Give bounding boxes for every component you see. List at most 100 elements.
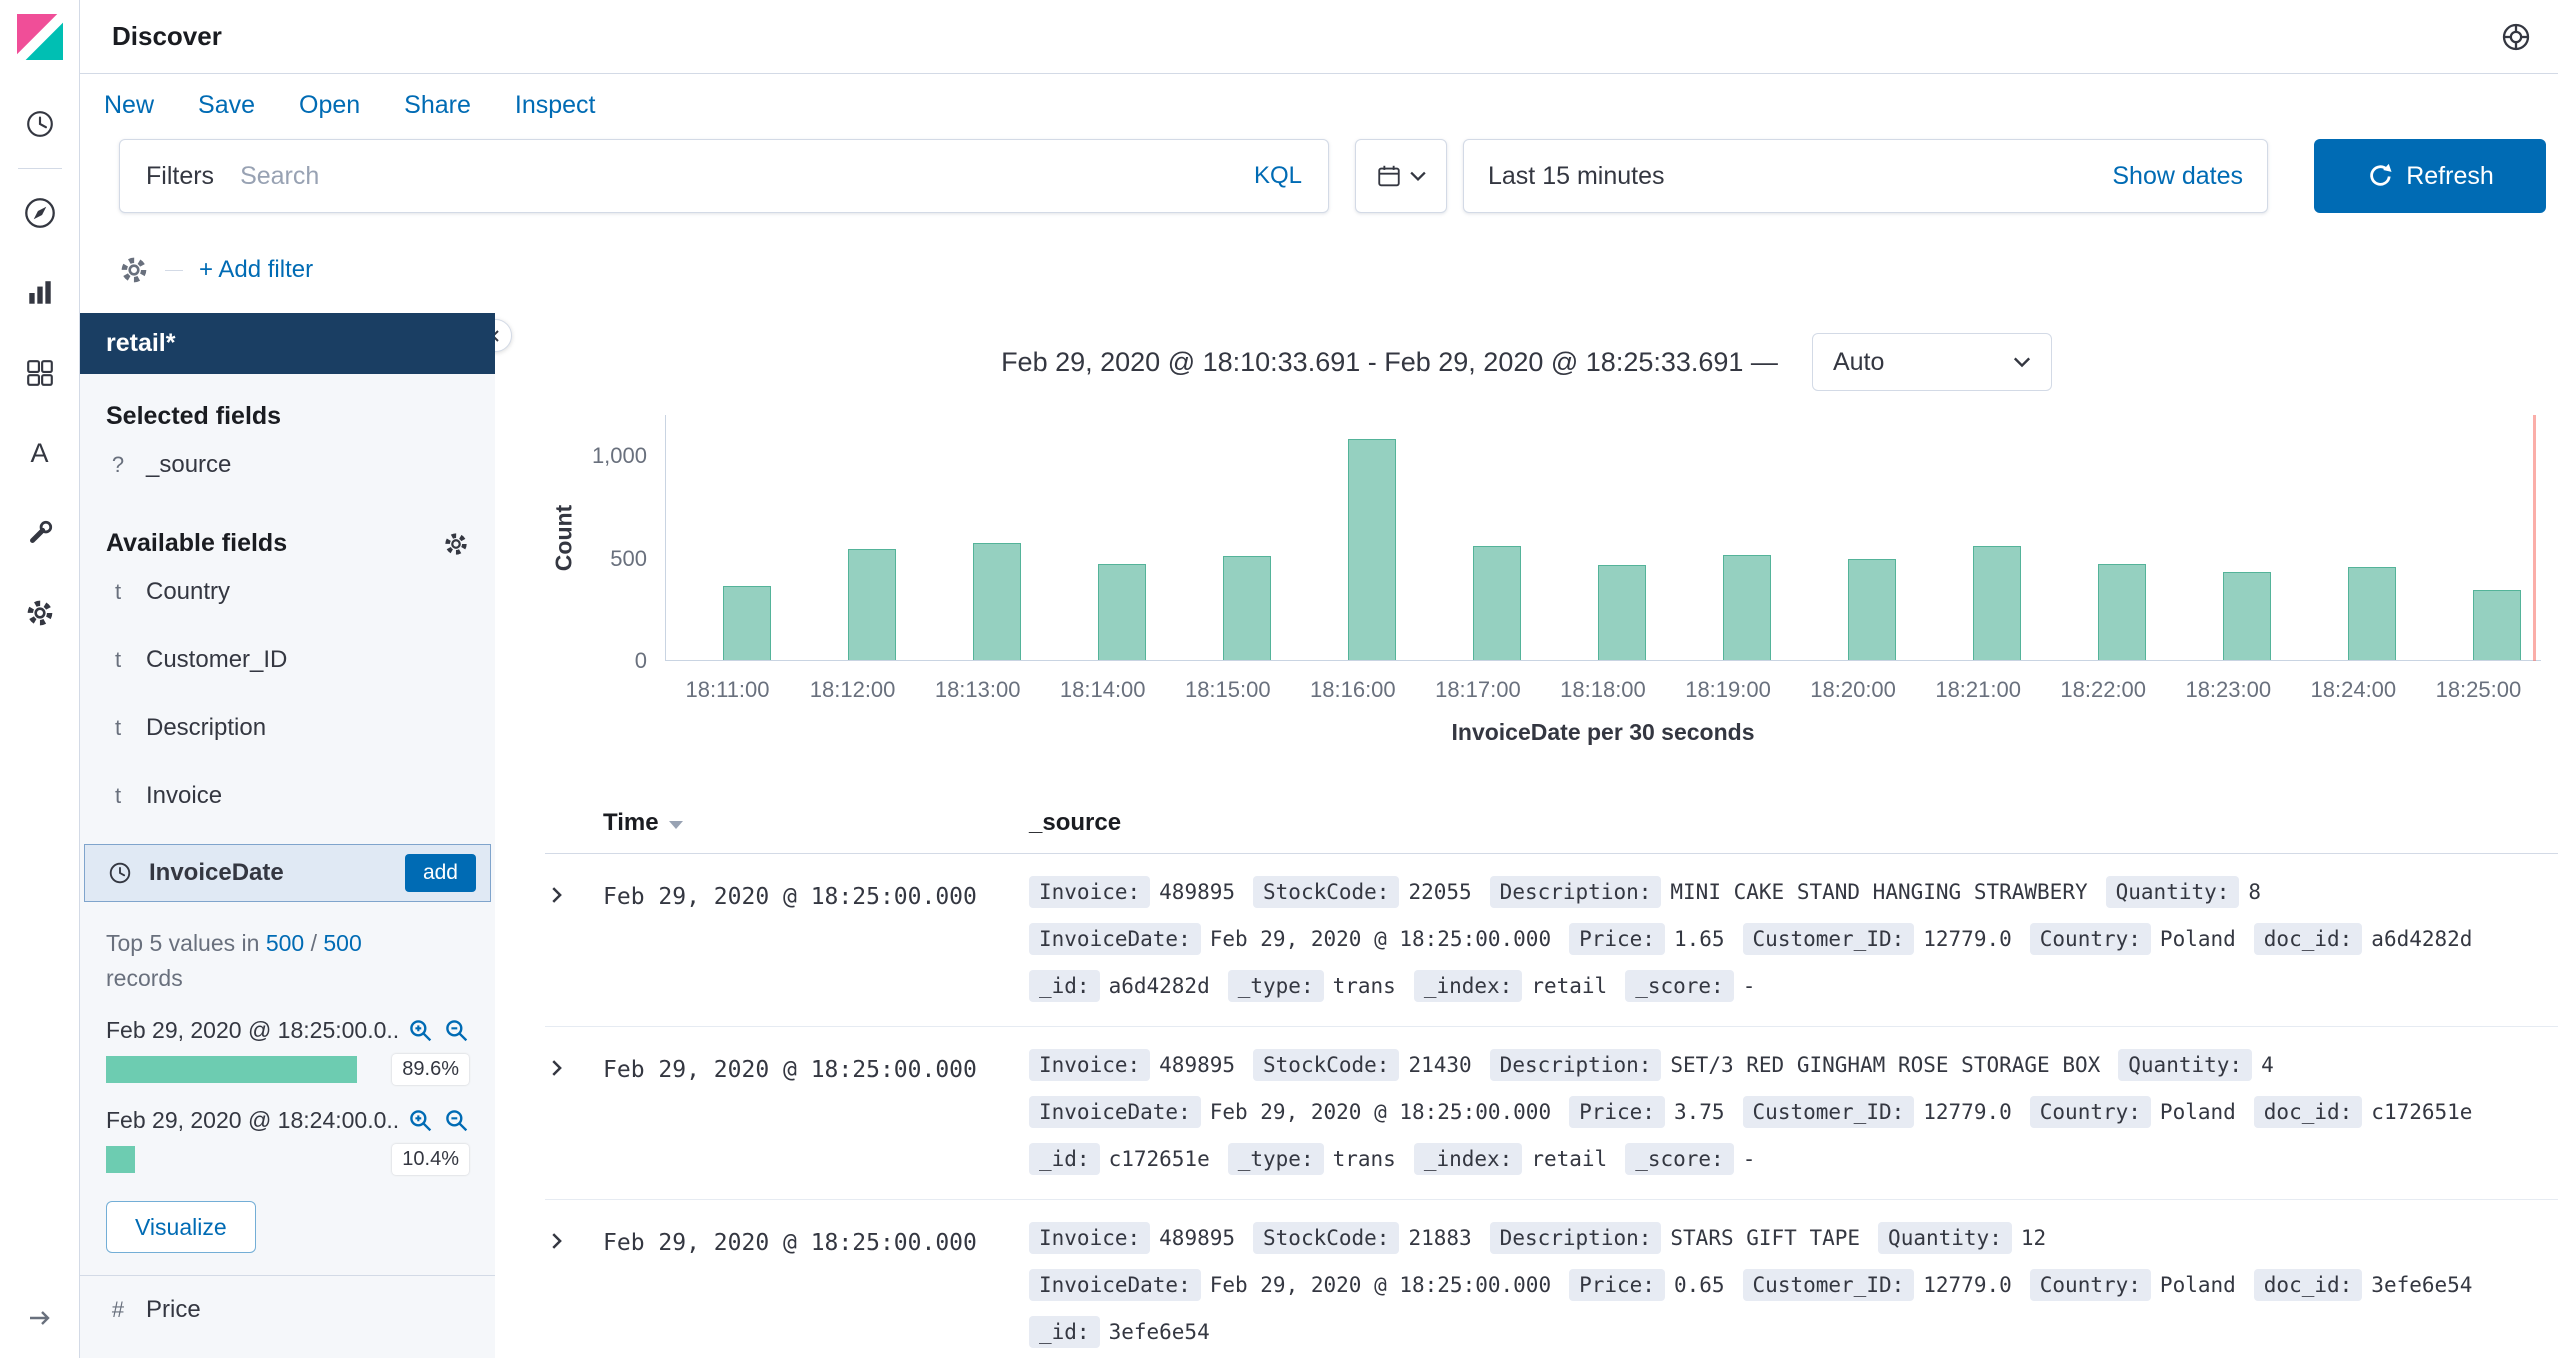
time-range-value[interactable]: Last 15 minutes: [1488, 162, 1665, 191]
field-key-badge: _id:: [1029, 1316, 1100, 1348]
field-key-badge: StockCode:: [1253, 1222, 1400, 1254]
field-item-description[interactable]: t Description: [106, 694, 469, 762]
filter-divider: [165, 269, 183, 271]
row-source: Invoice: 489895 StockCode: 22055 Description…: [1029, 876, 2558, 1002]
field-value: 489895: [1159, 1053, 1236, 1077]
field-value: 3efe6e54: [1108, 1320, 1210, 1344]
date-picker-button[interactable]: [1355, 139, 1447, 213]
field-value: 21883: [1408, 1226, 1472, 1250]
field-item-customer_id[interactable]: t Customer_ID: [106, 626, 469, 694]
percentage-badge: 10.4%: [392, 1144, 469, 1175]
search-input[interactable]: [240, 161, 1228, 191]
y-tick-label: 0: [634, 648, 647, 673]
field-value: 3.75: [1673, 1100, 1725, 1124]
field-pair: Quantity: 4: [2118, 1049, 2274, 1081]
field-pair: _id: a6d4282d: [1029, 970, 1210, 1002]
field-key-badge: Country:: [2029, 1096, 2151, 1128]
field-item-invoice[interactable]: t Invoice: [106, 762, 469, 830]
field-key-badge: StockCode:: [1253, 876, 1400, 908]
discover-app-icon[interactable]: [0, 173, 80, 253]
kibana-logo[interactable]: [0, 0, 80, 74]
field-item-invoicedate[interactable]: InvoiceDate add: [84, 844, 491, 902]
expand-row-icon[interactable]: [545, 1230, 603, 1252]
recent-icon[interactable]: [0, 84, 80, 164]
doc-table-body: Feb 29, 2020 @ 18:25:00.000 Invoice: 48989…: [545, 854, 2558, 1358]
progress-bar: [106, 1056, 358, 1083]
field-value: Poland: [2159, 927, 2236, 951]
field-value: c172651e: [2371, 1100, 2473, 1124]
field-pair: doc_id: c172651e: [2253, 1096, 2473, 1128]
table-row: Feb 29, 2020 @ 18:25:00.000 Invoice: 48989…: [545, 1027, 2558, 1200]
field-item-source[interactable]: ? _source: [106, 431, 469, 499]
devtools-app-icon[interactable]: [0, 493, 80, 573]
management-app-icon[interactable]: [0, 573, 80, 653]
visualize-button[interactable]: Visualize: [106, 1201, 256, 1253]
time-column-header[interactable]: Time: [603, 809, 659, 837]
content-area: retail* Selected fields ? _source Availa…: [80, 313, 2558, 1358]
menu-item-inspect[interactable]: Inspect: [515, 91, 596, 120]
row-source: Invoice: 489895 StockCode: 21883 Description…: [1029, 1222, 2558, 1348]
top-value-bar: 10.4%: [106, 1144, 469, 1175]
field-value: a6d4282d: [2371, 927, 2473, 951]
field-value: 3efe6e54: [2371, 1273, 2473, 1297]
records-total-link[interactable]: 500: [323, 930, 361, 956]
row-time: Feb 29, 2020 @ 18:25:00.000: [603, 1057, 977, 1083]
field-key-badge: Description:: [1489, 1049, 1662, 1081]
available-fields-gear-icon[interactable]: [443, 531, 469, 557]
help-icon[interactable]: [2500, 21, 2532, 53]
sort-descending-icon[interactable]: [668, 821, 683, 829]
add-field-button[interactable]: add: [404, 854, 476, 892]
zoom-out-icon[interactable]: [445, 1109, 469, 1133]
refresh-button[interactable]: Refresh: [2314, 139, 2546, 213]
field-key-badge: Invoice:: [1029, 1222, 1151, 1254]
field-pair: _type: trans: [1227, 970, 1396, 1002]
field-key-badge: _id:: [1029, 970, 1100, 1002]
x-axis-title: InvoiceDate per 30 seconds: [1451, 719, 1755, 745]
index-pattern-selector[interactable]: retail*: [80, 313, 495, 374]
field-value: trans: [1332, 974, 1396, 998]
visualize-app-icon[interactable]: [0, 253, 80, 333]
menu-item-open[interactable]: Open: [299, 91, 360, 120]
interval-select[interactable]: Auto: [1811, 333, 2052, 391]
expand-row-icon[interactable]: [545, 1057, 603, 1079]
dashboard-app-icon[interactable]: [0, 333, 80, 413]
filters-gear-icon[interactable]: [119, 255, 149, 285]
row-time: Feb 29, 2020 @ 18:25:00.000: [603, 1230, 977, 1256]
kql-toggle[interactable]: KQL: [1228, 162, 1328, 190]
zoom-in-icon[interactable]: [409, 1019, 433, 1043]
field-value: Feb 29, 2020 @ 18:25:00.000: [1209, 1100, 1552, 1124]
field-item-price[interactable]: # Price: [106, 1276, 469, 1344]
row-time: Feb 29, 2020 @ 18:25:00.000: [603, 884, 977, 910]
time-picker: Last 15 minutes Show dates: [1463, 139, 2268, 213]
x-tick-label: 18:15:00: [1184, 677, 1271, 702]
field-value: 489895: [1159, 1226, 1236, 1250]
expand-nav-icon[interactable]: [0, 1294, 80, 1342]
expand-row-icon[interactable]: [545, 884, 603, 906]
zoom-in-icon[interactable]: [409, 1109, 433, 1133]
field-item-country[interactable]: t Country: [106, 558, 469, 626]
menu-item-share[interactable]: Share: [404, 91, 471, 120]
x-tick-label: 18:22:00: [2060, 677, 2147, 702]
field-key-badge: Description:: [1489, 876, 1662, 908]
filter-bar: + Add filter: [80, 213, 2558, 291]
show-dates-button[interactable]: Show dates: [2112, 162, 2243, 191]
top-value-row: Feb 29, 2020 @ 18:25:00.0...: [106, 1017, 469, 1044]
filters-button[interactable]: Filters: [120, 162, 240, 191]
field-key-badge: Price:: [1569, 1096, 1665, 1128]
field-pair: Customer_ID: 12779.0: [1742, 1269, 2012, 1301]
zoom-out-icon[interactable]: [445, 1019, 469, 1043]
field-key-badge: InvoiceDate:: [1029, 923, 1201, 955]
field-pair: _id: c172651e: [1029, 1143, 1210, 1175]
apm-app-icon[interactable]: A: [0, 413, 80, 493]
menu-item-save[interactable]: Save: [198, 91, 255, 120]
field-pair: doc_id: a6d4282d: [2253, 923, 2473, 955]
top-value-row: Feb 29, 2020 @ 18:24:00.0...: [106, 1107, 469, 1134]
field-value: 21430: [1408, 1053, 1472, 1077]
app-root: A Discover New Save Open Share Inspect Filte…: [0, 0, 2558, 1358]
records-count-link[interactable]: 500: [266, 930, 304, 956]
field-pair: Price: 0.65: [1569, 1269, 1725, 1301]
field-item-quantity[interactable]: #Quantity: [106, 1344, 469, 1358]
add-filter-button[interactable]: + Add filter: [199, 256, 313, 284]
clock-field-icon: [109, 862, 131, 884]
menu-item-new[interactable]: New: [104, 91, 154, 120]
